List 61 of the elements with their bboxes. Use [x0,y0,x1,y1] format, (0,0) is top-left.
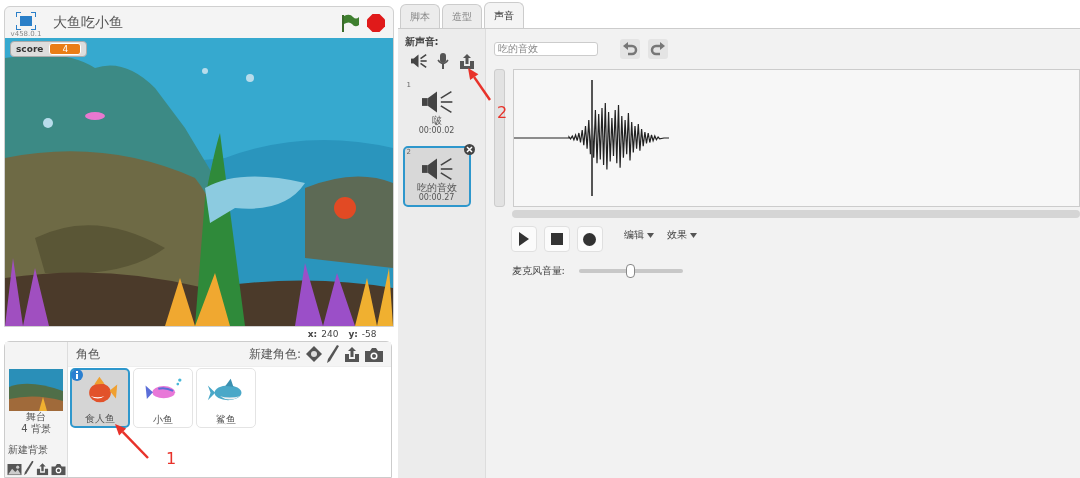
menu-button[interactable]: 效果 [666,228,697,242]
paintbrush-icon[interactable] [327,345,339,363]
camera-icon[interactable] [50,463,66,476]
caret-icon [689,232,697,238]
coordinate-value: 240 [321,328,339,339]
annotation-number: 1 [166,450,177,468]
coordinate-value: -58 [361,328,377,339]
paintbrush-icon[interactable] [23,460,34,476]
sound-name: 啵 [431,115,442,126]
sound-duration: 00:00.02 [418,126,455,136]
tab[interactable]: 声音 [483,2,524,28]
stop-icon[interactable] [367,13,385,32]
record-button[interactable] [576,226,603,252]
sprite-tile[interactable]: 食人鱼 [70,368,130,428]
stop-button[interactable] [543,226,570,252]
new-sprite-label: 新建角色: [248,345,301,363]
speaker-icon [420,89,453,115]
redo-icon[interactable] [647,39,668,59]
image-icon[interactable] [6,464,22,476]
sound-name: 吃的音效 [416,182,457,193]
playhead-line[interactable] [590,80,593,196]
stage-label[interactable]: 舞台 [26,411,46,423]
upload-icon[interactable] [458,53,475,69]
record-icon [583,232,597,246]
new-sound-label: 新声音: [403,35,440,49]
sprite-tile[interactable]: 鲨鱼 [196,368,256,428]
undo-icon[interactable] [619,39,640,59]
sprite-library-icon[interactable] [306,346,322,362]
flag-icon[interactable] [341,13,359,32]
stop-icon [550,233,563,245]
monitor-value: 4 [49,43,82,55]
coordinate-label: x: [307,328,318,339]
sprite-name: 小鱼 [153,413,173,427]
sound-duration: 00:00.27 [418,193,455,203]
fullscreen-icon[interactable] [16,12,36,30]
project-title: 大鱼吃小鱼 [53,13,124,32]
monitor-label: score [16,44,44,54]
sound-name-field[interactable]: 吃的音效 [493,42,598,56]
backdrop-count: 4 背景 [21,423,51,435]
sprite-tile[interactable]: 小鱼 [133,368,193,428]
slider-thumb[interactable] [625,264,635,278]
speaker-icon[interactable] [409,53,427,69]
info-icon[interactable] [71,369,83,381]
coordinate-label: y: [348,328,358,339]
delete-icon[interactable] [463,144,475,155]
volume-label: 麦克风音量: [511,264,565,278]
upload-icon[interactable] [344,346,360,362]
sprite-name: 食人鱼 [85,412,115,426]
speaker-icon [420,156,453,182]
panel-title: 角色 [76,345,100,363]
play-icon [518,232,529,246]
play-button[interactable] [510,226,537,252]
upload-icon[interactable] [35,462,49,476]
menu-button[interactable]: 编辑 [623,228,654,242]
camera-icon[interactable] [365,346,383,362]
new-backdrop-label: 新建背景 [8,443,48,457]
sprite-name: 鲨鱼 [216,413,236,427]
microphone-icon[interactable] [436,53,449,69]
annotation-number: 2 [497,104,508,122]
horizontal-scrollbar[interactable] [511,210,1080,218]
caret-icon [646,232,654,238]
